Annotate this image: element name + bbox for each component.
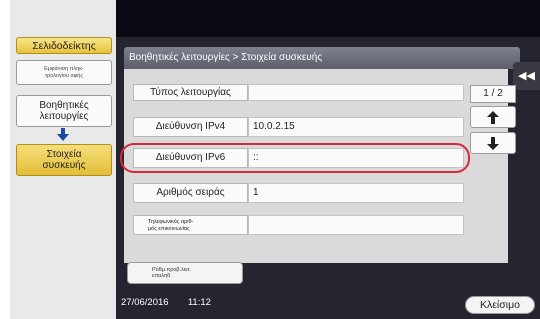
row-value-function-type (248, 84, 464, 101)
row-label-phone-number: Τηλεφωνικός αριθ- μός επικοινωνίας (133, 215, 248, 235)
phone-label-line1: Τηλεφωνικός αριθ- (148, 219, 194, 225)
collapse-panel-button[interactable]: ◀◀ (513, 62, 540, 90)
utility-label-line1: Βοηθητικές (39, 100, 89, 111)
row-label-serial-number: Αριθμός σειράς (133, 183, 248, 203)
arrow-up-icon (487, 110, 499, 124)
close-button[interactable]: Κλείσιμο (465, 296, 535, 314)
breadcrumb: Βοηθητικές λειτουργίες > Στοιχεία συσκευ… (124, 47, 520, 69)
arrow-down-icon (487, 136, 499, 150)
row-label-function-type: Τύπος λειτουργίας (133, 84, 248, 101)
page-indicator: 1 / 2 (470, 85, 516, 103)
datetime: 27/06/2016 11:12 (121, 297, 211, 309)
utility-button[interactable]: Βοηθητικές λειτουργίες (16, 95, 112, 127)
row-value-phone-number (248, 215, 464, 235)
time-text: 11:12 (187, 297, 211, 308)
double-chevron-left-icon: ◀◀ (518, 70, 535, 82)
row-label-ipv4: Διεύθυνση IPv4 (133, 117, 248, 137)
row-value-serial-number: 1 (248, 183, 464, 203)
date-text: 27/06/2016 (121, 297, 169, 308)
close-label: Κλείσιμο (480, 299, 520, 311)
highlight-ring (120, 143, 470, 173)
keyboard-label-line2: τρολογίου αφής (44, 73, 83, 79)
utility-label-line2: λειτουργίες (39, 111, 89, 122)
page-up-button[interactable] (470, 106, 516, 128)
keyboard-label-line1: Εμφάνιση πληκ- (44, 66, 84, 72)
device-info-label-line2: συσκευής (42, 160, 86, 171)
phone-label-line2: μός επικοινωνίας (148, 226, 190, 232)
touch-keyboard-button[interactable]: Εμφάνιση πληκ- τρολογίου αφής (16, 60, 112, 85)
page-down-button[interactable] (470, 132, 516, 154)
bookmark-label: Σελιδοδείκτης (32, 39, 96, 52)
device-info-label-line1: Στοιχεία (46, 149, 82, 160)
bookmark-button[interactable]: Σελιδοδείκτης (16, 37, 112, 54)
screen: Σελιδοδείκτης Εμφάνιση πληκ- τρολογίου α… (0, 0, 540, 319)
row-value-ipv4: 10.0.2.15 (248, 117, 464, 137)
setup-verify-button[interactable]: Ρύθμ.προβ.λειτ. επαληθ. (127, 262, 243, 284)
setup-label-line2: επαληθ. (152, 273, 172, 279)
arrow-down-icon (57, 128, 69, 141)
top-bar (116, 0, 540, 37)
device-info-button[interactable]: Στοιχεία συσκευής (16, 144, 112, 176)
